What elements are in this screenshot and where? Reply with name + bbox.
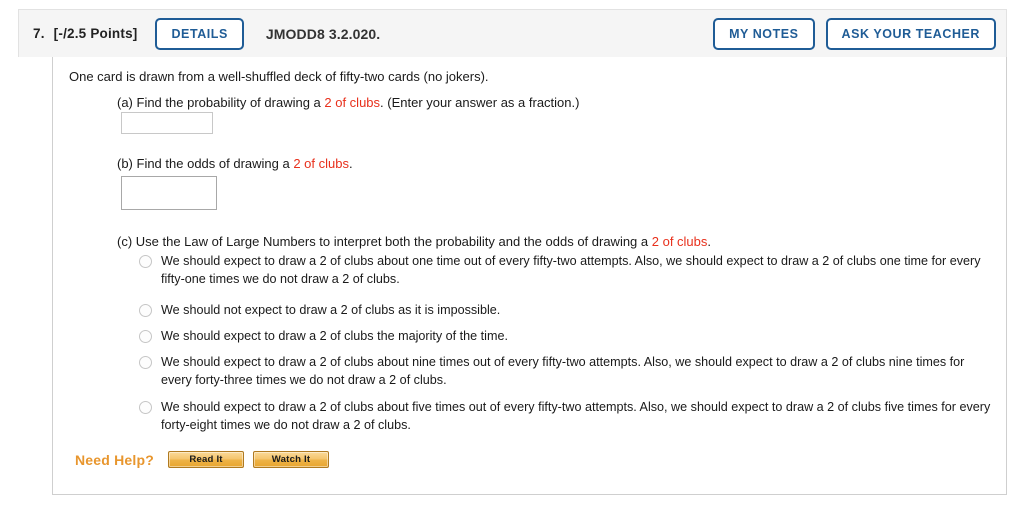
- question-stem: One card is drawn from a well-shuffled d…: [69, 69, 489, 84]
- part-c-prefix: (c) Use the Law of Large Numbers to inte…: [117, 234, 652, 249]
- header-actions: MY NOTES ASK YOUR TEACHER: [713, 18, 996, 50]
- my-notes-button[interactable]: MY NOTES: [713, 18, 815, 50]
- question-title: JMODD8 3.2.020.: [265, 25, 381, 42]
- option-5[interactable]: We should expect to draw a 2 of clubs ab…: [139, 399, 997, 435]
- watch-it-button[interactable]: Watch It: [253, 451, 330, 468]
- question-page: 7. [-/2.5 Points] DETAILS JMODD8 3.2.020…: [0, 0, 1024, 521]
- question-number: 7.: [33, 26, 45, 41]
- option-2[interactable]: We should not expect to draw a 2 of club…: [139, 302, 985, 320]
- part-b-suffix: .: [348, 156, 353, 171]
- part-a-prompt: (a) Find the probability of drawing a 2 …: [117, 94, 579, 113]
- radio-button-icon[interactable]: [139, 304, 152, 317]
- part-a-answer-input[interactable]: [121, 112, 213, 134]
- part-a-highlight: 2 of clubs: [324, 95, 381, 110]
- need-help-section: Need Help? Read It Watch It: [75, 451, 330, 468]
- question-header: 7. [-/2.5 Points] DETAILS JMODD8 3.2.020…: [18, 9, 1007, 57]
- part-c-highlight: 2 of clubs: [651, 234, 708, 249]
- part-a-prefix: (a) Find the probability of drawing a: [117, 95, 325, 110]
- option-4-label: We should expect to draw a 2 of clubs ab…: [161, 355, 965, 387]
- part-b-highlight: 2 of clubs: [293, 156, 349, 171]
- part-c-prompt: (c) Use the Law of Large Numbers to inte…: [117, 233, 711, 252]
- option-5-label: We should expect to draw a 2 of clubs ab…: [161, 400, 991, 432]
- radio-button-icon[interactable]: [139, 255, 152, 268]
- ask-your-teacher-button[interactable]: ASK YOUR TEACHER: [825, 18, 996, 50]
- option-1[interactable]: We should expect to draw a 2 of clubs ab…: [139, 253, 985, 289]
- need-help-label: Need Help?: [75, 451, 155, 468]
- question-body: One card is drawn from a well-shuffled d…: [52, 57, 1007, 495]
- part-c-suffix: .: [707, 234, 712, 249]
- part-b-prefix: (b) Find the odds of drawing a: [117, 156, 294, 171]
- details-button[interactable]: DETAILS: [155, 17, 244, 50]
- part-a-suffix: . (Enter your answer as a fraction.): [380, 95, 580, 110]
- option-2-label: We should not expect to draw a 2 of club…: [161, 303, 501, 317]
- read-it-button[interactable]: Read It: [168, 451, 245, 468]
- radio-button-icon[interactable]: [139, 401, 152, 414]
- option-4[interactable]: We should expect to draw a 2 of clubs ab…: [139, 354, 985, 390]
- option-1-label: We should expect to draw a 2 of clubs ab…: [161, 254, 981, 286]
- part-b-prompt: (b) Find the odds of drawing a 2 of club…: [117, 155, 353, 174]
- option-3[interactable]: We should expect to draw a 2 of clubs th…: [139, 328, 985, 346]
- part-b-answer-input[interactable]: [121, 176, 217, 210]
- question-points: [-/2.5 Points]: [53, 26, 138, 41]
- radio-button-icon[interactable]: [139, 330, 152, 343]
- radio-button-icon[interactable]: [139, 356, 152, 369]
- option-3-label: We should expect to draw a 2 of clubs th…: [161, 329, 508, 343]
